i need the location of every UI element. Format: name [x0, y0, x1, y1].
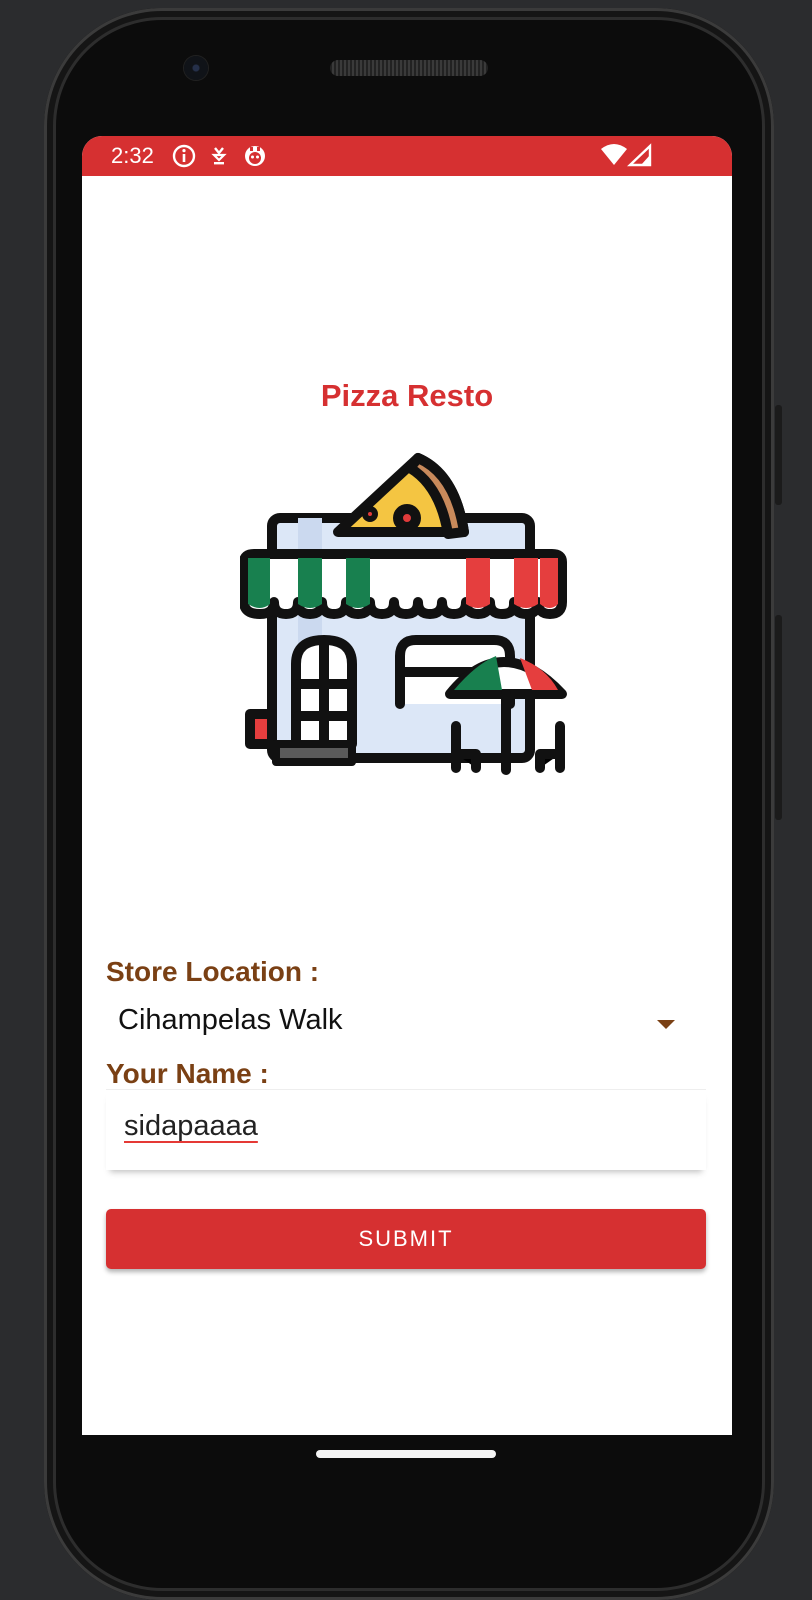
- dropdown-arrow-icon: [657, 1020, 675, 1029]
- store-location-label: Store Location :: [106, 956, 320, 987]
- cellular-signal-icon: [626, 143, 653, 169]
- pizza-store-icon: [239, 444, 574, 778]
- store-location-dropdown[interactable]: Cihampelas Walk: [106, 996, 706, 1054]
- status-bar: 2:32: [82, 136, 732, 176]
- app-notification-icon: [242, 143, 268, 169]
- home-gesture-bar[interactable]: [316, 1450, 496, 1458]
- earpiece-speaker: [330, 60, 488, 76]
- app-title: Pizza Resto: [320, 378, 494, 413]
- status-time: 2:32: [111, 143, 154, 168]
- info-icon: [171, 143, 197, 169]
- store-location-value: Cihampelas Walk: [118, 1004, 343, 1036]
- name-input[interactable]: sidapaaaa: [106, 1089, 706, 1170]
- volume-button: [775, 615, 782, 820]
- your-name-label: Your Name :: [106, 1058, 269, 1089]
- power-button: [775, 405, 782, 505]
- wifi-icon: [600, 143, 628, 169]
- app-screen: 2:32 Pizza Resto Store Location: Cihamp…: [82, 136, 732, 1435]
- submit-button[interactable]: SUBMIT: [106, 1209, 706, 1269]
- front-camera: [184, 56, 208, 80]
- name-input-value: sidapaaaa: [124, 1110, 258, 1142]
- download-icon: [206, 143, 232, 169]
